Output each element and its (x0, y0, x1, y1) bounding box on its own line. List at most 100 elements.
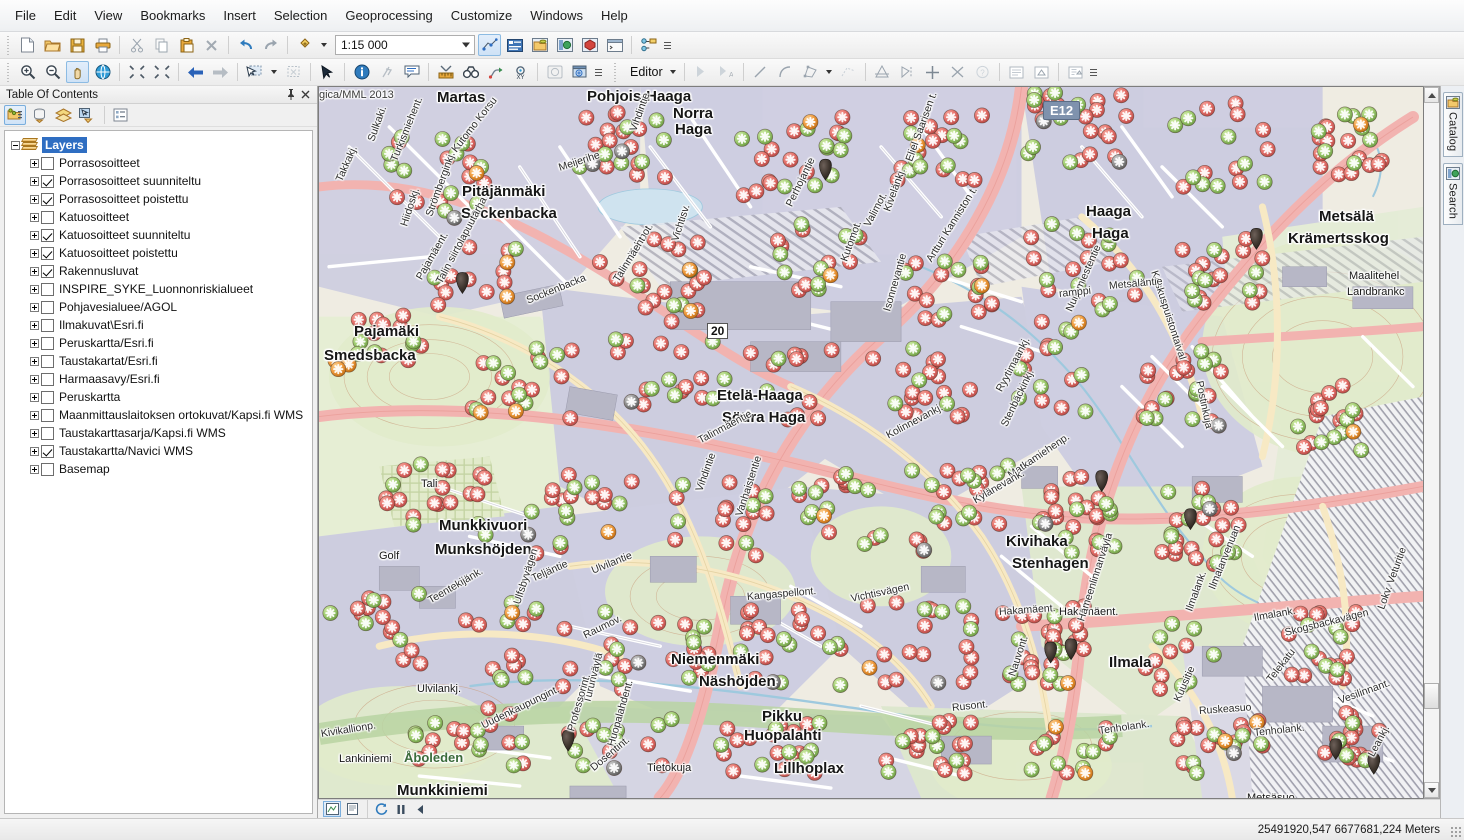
table-of-contents-icon[interactable] (503, 34, 526, 56)
editor-toolbar-icon[interactable] (478, 34, 501, 56)
map-view[interactable]: gica/MML 2013 E12 20 Martas Pohjois-Haaga… (318, 86, 1423, 799)
layer-row-basemap[interactable]: Basemap (9, 460, 310, 478)
options-icon[interactable] (109, 105, 131, 125)
layer-tree[interactable]: Layers Porrasosoitteet Porrasosoitteet s… (4, 130, 313, 814)
layer-row-porrasosoitteet[interactable]: Porrasosoitteet (9, 154, 310, 172)
rotate-icon[interactable] (921, 61, 944, 83)
layer-row-taustakarttasarja[interactable]: Taustakarttasarja/Kapsi.fi WMS (9, 424, 310, 442)
expander-icon[interactable] (28, 262, 41, 280)
layer-row-peruskartta-esri[interactable]: Peruskartta/Esri.fi (9, 334, 310, 352)
merge-icon[interactable] (946, 61, 969, 83)
list-by-selection-icon[interactable] (76, 105, 98, 125)
layer-checkbox[interactable] (41, 282, 54, 296)
layer-checkbox[interactable] (41, 408, 54, 422)
continue-drawing-icon[interactable] (412, 801, 430, 817)
select-features-icon[interactable] (243, 61, 266, 83)
create-viewer-icon[interactable] (568, 61, 591, 83)
expander-icon[interactable] (28, 244, 41, 262)
undo-icon[interactable] (234, 34, 257, 56)
toolbar-grip[interactable] (5, 35, 12, 55)
expander-icon[interactable] (28, 352, 41, 370)
identify-icon[interactable] (350, 61, 373, 83)
pause-drawing-icon[interactable] (392, 801, 410, 817)
layer-checkbox[interactable] (41, 192, 54, 206)
close-icon[interactable] (298, 87, 313, 102)
map-scale-combobox[interactable]: 1:15 000 (335, 35, 475, 55)
layer-checkbox[interactable] (41, 462, 54, 476)
find-icon[interactable] (459, 61, 482, 83)
layer-checkbox[interactable] (41, 264, 54, 278)
catalog-window-icon[interactable] (528, 34, 551, 56)
redo-icon[interactable] (259, 34, 282, 56)
layer-row-porrasosoitteet-suunniteltu[interactable]: Porrasosoitteet suunniteltu (9, 172, 310, 190)
layer-checkbox[interactable] (41, 300, 54, 314)
pan-icon[interactable] (66, 61, 89, 83)
editor-menu-button[interactable]: Editor (622, 63, 669, 81)
expander-icon[interactable] (28, 154, 41, 172)
go-to-xy-icon[interactable]: XY (509, 61, 532, 83)
scroll-up-icon[interactable] (1424, 87, 1439, 103)
cut-icon[interactable] (125, 34, 148, 56)
expander-icon[interactable] (28, 370, 41, 388)
list-by-drawing-order-icon[interactable] (4, 105, 26, 125)
edit-vertices-icon[interactable] (799, 61, 822, 83)
copy-icon[interactable] (150, 34, 173, 56)
layer-row-inspire-syke[interactable]: INSPIRE_SYKE_Luonnonriskialueet (9, 280, 310, 298)
menu-item-geoprocessing[interactable]: Geoprocessing (336, 4, 441, 27)
layer-row-rakennusluvat[interactable]: Rakennusluvat (9, 262, 310, 280)
pin-icon[interactable] (283, 87, 298, 102)
attributes-icon[interactable] (1005, 61, 1028, 83)
layer-row-pohjavesialuee[interactable]: Pohjavesialuee/AGOL (9, 298, 310, 316)
undo-edit-icon[interactable]: ? (971, 61, 994, 83)
list-by-visibility-icon[interactable] (52, 105, 74, 125)
tree-root-layers[interactable]: Layers (9, 136, 310, 154)
chevron-down-icon[interactable] (462, 42, 470, 48)
print-icon[interactable] (91, 34, 114, 56)
layer-checkbox[interactable] (41, 372, 54, 386)
cut-polygons-icon[interactable] (871, 61, 894, 83)
select-features-dropdown-icon[interactable] (268, 61, 280, 83)
layer-row-katuosoitteet-suunniteltu[interactable]: Katuosoitteet suunniteltu (9, 226, 310, 244)
menu-item-bookmarks[interactable]: Bookmarks (131, 4, 214, 27)
layer-checkbox[interactable] (41, 444, 54, 458)
expander-icon[interactable] (28, 388, 41, 406)
layer-checkbox[interactable] (41, 318, 54, 332)
list-by-source-icon[interactable] (28, 105, 50, 125)
edit-vertices-dropdown-icon[interactable] (824, 61, 835, 83)
expander-icon[interactable] (28, 280, 41, 298)
clear-selection-icon[interactable] (282, 61, 305, 83)
menu-item-customize[interactable]: Customize (442, 4, 521, 27)
expander-icon[interactable] (28, 460, 41, 478)
python-window-icon[interactable] (603, 34, 626, 56)
layer-checkbox[interactable] (41, 210, 54, 224)
layer-checkbox[interactable] (41, 174, 54, 188)
expander-icon[interactable] (28, 424, 41, 442)
scroll-down-icon[interactable] (1424, 782, 1439, 798)
layer-checkbox[interactable] (41, 336, 54, 350)
layer-checkbox[interactable] (41, 426, 54, 440)
dock-tab-search[interactable]: Search (1442, 163, 1463, 226)
expander-icon[interactable] (28, 442, 41, 460)
reshape-feature-icon[interactable] (837, 61, 860, 83)
toolbar-overflow-button[interactable] (661, 34, 673, 56)
chevron-down-icon[interactable] (669, 70, 676, 74)
expander-icon[interactable] (28, 226, 41, 244)
menu-item-windows[interactable]: Windows (521, 4, 592, 27)
open-folder-icon[interactable] (41, 34, 64, 56)
layout-view-icon[interactable] (343, 801, 361, 817)
map-canvas[interactable] (319, 87, 1423, 798)
layer-checkbox[interactable] (41, 156, 54, 170)
layer-row-ilmakuvat[interactable]: Ilmakuvat\Esri.fi (9, 316, 310, 334)
edit-tool-icon[interactable] (690, 61, 713, 83)
go-next-extent-icon[interactable] (209, 61, 232, 83)
time-slider-icon[interactable] (543, 61, 566, 83)
split-icon[interactable] (896, 61, 919, 83)
menu-item-insert[interactable]: Insert (214, 4, 265, 27)
layer-row-peruskartta[interactable]: Peruskartta (9, 388, 310, 406)
go-back-extent-icon[interactable] (184, 61, 207, 83)
fixed-zoom-out-icon[interactable] (150, 61, 173, 83)
menu-item-edit[interactable]: Edit (45, 4, 85, 27)
model-builder-icon[interactable] (637, 34, 660, 56)
layer-row-katuosoitteet-poistettu[interactable]: Katuosoitteet poistettu (9, 244, 310, 262)
arc-segment-icon[interactable] (774, 61, 797, 83)
